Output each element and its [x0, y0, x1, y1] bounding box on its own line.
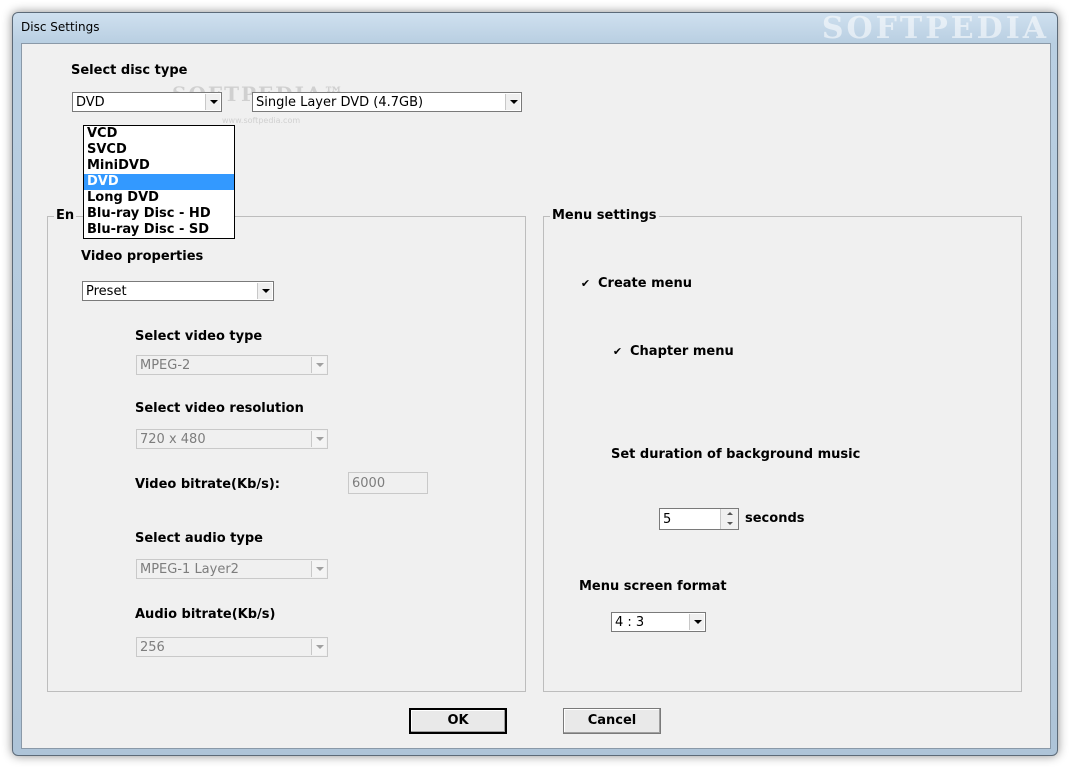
video-bitrate-value: 6000 — [352, 476, 386, 491]
video-properties-select[interactable]: Preset — [82, 281, 274, 301]
video-properties-label: Video properties — [81, 249, 204, 264]
ok-button[interactable]: OK — [409, 708, 507, 734]
menu-screen-format-select[interactable]: 4 : 3 — [611, 612, 706, 632]
menu-screen-format-label: Menu screen format — [579, 579, 727, 594]
create-menu-label[interactable]: Create menu — [598, 276, 692, 291]
bg-music-duration-label: Set duration of background music — [611, 447, 861, 462]
chevron-down-icon[interactable] — [311, 561, 326, 577]
audio-type-select[interactable]: MPEG-1 Layer2 — [136, 559, 328, 579]
audio-bitrate-value: 256 — [140, 640, 165, 655]
client-watermark-url: www.softpedia.com — [222, 116, 301, 125]
title-bar[interactable]: Disc Settings SOFTPEDIA — [13, 11, 1057, 46]
menu-screen-format-value: 4 : 3 — [615, 615, 645, 630]
disc-type-dropdown-list[interactable]: VCD SVCD MiniDVD DVD Long DVD Blu-ray Di… — [83, 125, 235, 239]
dropdown-option-bluray-hd[interactable]: Blu-ray Disc - HD — [84, 206, 234, 222]
video-properties-value: Preset — [86, 284, 127, 299]
disc-settings-window: Disc Settings SOFTPEDIA SOFTPEDIA™ www.s… — [12, 11, 1058, 756]
seconds-unit-label: seconds — [745, 511, 805, 526]
dropdown-option-vcd[interactable]: VCD — [84, 126, 234, 142]
chevron-down-icon[interactable] — [505, 94, 520, 110]
audio-bitrate-select[interactable]: 256 — [136, 637, 328, 657]
dropdown-option-minidvd[interactable]: MiniDVD — [84, 158, 234, 174]
chapter-menu-checkbox[interactable]: ✔ — [612, 346, 623, 357]
audio-bitrate-label: Audio bitrate(Kb/s) — [135, 607, 276, 622]
dropdown-option-dvd[interactable]: DVD — [84, 174, 234, 190]
disc-capacity-select[interactable]: Single Layer DVD (4.7GB) — [252, 92, 522, 112]
video-resolution-select[interactable]: 720 x 480 — [136, 429, 328, 449]
dialog-client-area: SOFTPEDIA™ www.softpedia.com Select disc… — [21, 43, 1051, 749]
disc-capacity-value: Single Layer DVD (4.7GB) — [256, 95, 424, 110]
cancel-button[interactable]: Cancel — [563, 708, 661, 734]
video-bitrate-label: Video bitrate(Kb/s): — [135, 477, 281, 492]
video-type-label: Select video type — [135, 329, 263, 344]
watermark-logo: SOFTPEDIA — [821, 11, 1049, 46]
spinner-down-icon[interactable] — [721, 519, 738, 529]
encoding-group-title: En — [54, 208, 77, 223]
dropdown-option-svcd[interactable]: SVCD — [84, 142, 234, 158]
chevron-down-icon[interactable] — [689, 614, 704, 630]
select-disc-type-label: Select disc type — [71, 63, 188, 78]
disc-type-select[interactable]: DVD — [72, 92, 222, 112]
dropdown-option-long-dvd[interactable]: Long DVD — [84, 190, 234, 206]
create-menu-checkbox[interactable]: ✔ — [580, 278, 591, 289]
chevron-down-icon[interactable] — [311, 639, 326, 655]
chevron-down-icon[interactable] — [257, 283, 272, 299]
chapter-menu-label[interactable]: Chapter menu — [630, 344, 734, 359]
audio-type-value: MPEG-1 Layer2 — [140, 562, 239, 577]
window-title: Disc Settings — [21, 20, 100, 34]
video-bitrate-input[interactable]: 6000 — [348, 472, 428, 494]
spinner-controls — [720, 509, 738, 529]
dropdown-option-bluray-sd[interactable]: Blu-ray Disc - SD — [84, 222, 234, 238]
bg-music-duration-value[interactable]: 5 — [663, 512, 671, 527]
video-resolution-label: Select video resolution — [135, 401, 304, 416]
disc-type-value: DVD — [76, 95, 105, 110]
video-resolution-value: 720 x 480 — [140, 432, 206, 447]
chevron-down-icon[interactable] — [205, 94, 220, 110]
chevron-down-icon[interactable] — [311, 357, 326, 373]
menu-settings-title: Menu settings — [550, 208, 659, 223]
video-type-value: MPEG-2 — [140, 358, 191, 373]
chevron-down-icon[interactable] — [311, 431, 326, 447]
video-type-select[interactable]: MPEG-2 — [136, 355, 328, 375]
bg-music-duration-spinner[interactable]: 5 — [659, 508, 739, 530]
audio-type-label: Select audio type — [135, 531, 263, 546]
